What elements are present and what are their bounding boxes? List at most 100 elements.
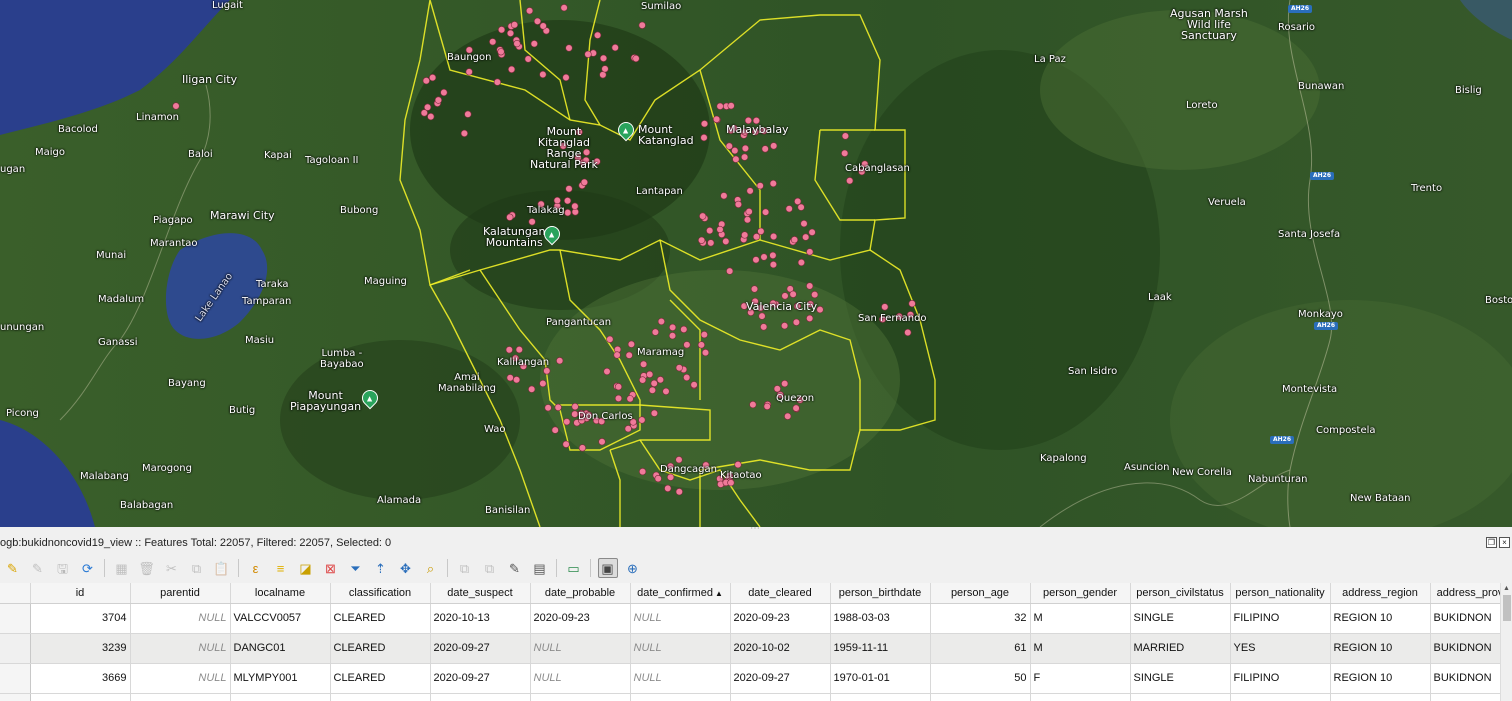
paste-icon[interactable]: 📋 [212, 558, 232, 578]
column-header-localname[interactable]: localname [230, 583, 331, 604]
copy-icon[interactable]: ⧉ [187, 558, 207, 578]
add-feature-icon[interactable]: ▦ [112, 558, 132, 578]
save-edits-icon[interactable]: 🖫 [53, 558, 73, 578]
column-header-date_confirmed[interactable]: date_confirmed ▲ [630, 583, 731, 604]
column-header-classification[interactable]: classification [330, 583, 431, 604]
cell-id[interactable]: 3239 [30, 633, 131, 664]
cell-address_region[interactable]: REGION 10 [1330, 663, 1431, 694]
column-header-address_prov[interactable]: address_prov [1430, 583, 1511, 604]
column-header-person_gender[interactable]: person_gender [1030, 583, 1131, 604]
cell-person_birthdate[interactable]: 1988-03-03 [830, 603, 931, 634]
table-row[interactable]: 3239 NULL DANGC01 CLEARED 2020-09-27 NULL NULL… [0, 633, 1511, 664]
row-header[interactable] [0, 633, 31, 664]
cut-icon[interactable]: ✂ [162, 558, 182, 578]
table-corner[interactable] [0, 583, 31, 604]
cell-parentid[interactable]: NULL [130, 663, 231, 694]
table-row[interactable]: 3704 NULL VALCCV0057 CLEARED 2020-10-13 2020-… [0, 603, 1511, 634]
column-header-id[interactable]: id [30, 583, 131, 604]
table-row[interactable]: 3669 NULL MLYMPY001 CLEARED 2020-09-27 NULL NU… [0, 663, 1511, 694]
cell-localname[interactable]: DANGC01 [230, 633, 331, 664]
column-header-person_nationality[interactable]: person_nationality [1230, 583, 1331, 604]
zoom-to-selection-icon[interactable]: ⌕ [421, 558, 441, 578]
cell-date_cleared[interactable]: 2020-09-23 [730, 603, 831, 634]
filter-icon[interactable]: ⏷ [346, 558, 366, 578]
scroll-up-icon[interactable]: ▲ [1503, 585, 1510, 593]
scrollbar-thumb[interactable] [1503, 595, 1511, 621]
cell-person_age[interactable]: 50 [930, 663, 1031, 694]
cell-date_cleared[interactable]: 2020-10-02 [730, 633, 831, 664]
cell-parentid[interactable]: NULL [130, 633, 231, 664]
cell-address_prov[interactable]: BUKIDNON [1430, 663, 1511, 694]
column-header-person_birthdate[interactable]: person_birthdate [830, 583, 931, 604]
map-canvas[interactable]: Lugait Iligan City Linamon Bacolod Maigo Balo… [0, 0, 1512, 527]
cell-date_suspect[interactable]: 2020-09-27 [430, 663, 531, 694]
field-calculator-icon[interactable]: ✎ [505, 558, 525, 578]
cell-address_prov[interactable]: BUKIDNON [1430, 603, 1511, 634]
select-expression-icon[interactable]: ε [246, 558, 266, 578]
float-panel-icon[interactable]: ❐ [1486, 537, 1497, 548]
cell-person_age[interactable]: 61 [930, 633, 1031, 664]
cell-localname[interactable]: MLYMPY001 [230, 663, 331, 694]
move-selection-top-icon[interactable]: ⇡ [371, 558, 391, 578]
pan-to-selection-icon[interactable]: ✥ [396, 558, 416, 578]
cell-date_confirmed[interactable]: NULL [630, 633, 731, 664]
column-header-person_age[interactable]: person_age [930, 583, 1031, 604]
paste-rows-icon[interactable]: ⧉ [480, 558, 500, 578]
dock-icon[interactable]: ▭ [564, 558, 584, 578]
cell-date_confirmed[interactable]: NULL [630, 603, 731, 634]
cell-address_region[interactable]: REGION 10 [1330, 603, 1431, 634]
cell-date_cleared[interactable]: 2020-09-27 [730, 663, 831, 694]
column-header-date_suspect[interactable]: date_suspect [430, 583, 531, 604]
invert-selection-icon[interactable]: ◪ [296, 558, 316, 578]
column-header-person_civilstatus[interactable]: person_civilstatus [1130, 583, 1231, 604]
row-header[interactable] [0, 603, 31, 634]
cell-person_civilstatus[interactable]: SINGLE [1130, 603, 1231, 634]
reload-icon[interactable]: ⟳ [78, 558, 98, 578]
cell-person_gender[interactable]: F [1030, 663, 1131, 694]
toggle-editing-icon[interactable]: ✎ [3, 558, 23, 578]
cell-classification[interactable]: CLEARED [330, 633, 431, 664]
cell-date_probable[interactable]: 2020-09-23 [530, 603, 631, 634]
cell-person_nationality[interactable]: FILIPINO [1230, 603, 1331, 634]
cell-person_civilstatus[interactable]: MARRIED [1130, 633, 1231, 664]
conditional-format-icon[interactable]: ▤ [530, 558, 550, 578]
cell-date_suspect[interactable]: 2020-10-13 [430, 603, 531, 634]
column-header-date_cleared[interactable]: date_cleared [730, 583, 831, 604]
cell-parentid[interactable]: NULL [130, 603, 231, 634]
deselect-all-icon[interactable]: ⊠ [321, 558, 341, 578]
cell-classification[interactable]: CLEARED [330, 603, 431, 634]
cell-date_confirmed[interactable]: NULL [630, 663, 731, 694]
column-header-address_region[interactable]: address_region [1330, 583, 1431, 604]
actions-icon[interactable]: ▣ [597, 558, 618, 578]
column-header-parentid[interactable]: parentid [130, 583, 231, 604]
cell-classification[interactable]: CLEARED [330, 663, 431, 694]
copy-rows-icon[interactable]: ⧉ [455, 558, 475, 578]
cell-person_birthdate[interactable]: 1970-01-01 [830, 663, 931, 694]
table-vertical-scrollbar[interactable]: ▲ [1500, 583, 1512, 701]
cell-person_civilstatus[interactable]: SINGLE [1130, 663, 1231, 694]
cell-date_probable[interactable]: NULL [530, 663, 631, 694]
cell-person_age[interactable]: 32 [930, 603, 1031, 634]
cell-person_nationality[interactable]: FILIPINO [1230, 663, 1331, 694]
delete-feature-icon[interactable]: 🗑 [137, 558, 157, 578]
select-all-icon[interactable]: ≡ [271, 558, 291, 578]
cell-date_probable[interactable]: NULL [530, 633, 631, 664]
cell-person_nationality[interactable]: YES [1230, 633, 1331, 664]
case-point-200 [784, 412, 792, 420]
cell-id[interactable]: 3669 [30, 663, 131, 694]
place-label-amai: Amai Manabilang [438, 372, 496, 394]
close-panel-icon[interactable]: × [1499, 537, 1510, 548]
cell-address_region[interactable]: REGION 10 [1330, 633, 1431, 664]
multi-edit-icon[interactable]: ✎ [28, 558, 48, 578]
column-header-date_probable[interactable]: date_probable [530, 583, 631, 604]
cell-localname[interactable]: VALCCV0057 [230, 603, 331, 634]
cell-id[interactable]: 3704 [30, 603, 131, 634]
cell-person_gender[interactable]: M [1030, 633, 1131, 664]
cell-address_prov[interactable]: BUKIDNON [1430, 633, 1511, 664]
row-header[interactable] [0, 663, 31, 694]
cell-person_gender[interactable]: M [1030, 603, 1131, 634]
case-point-147 [614, 383, 623, 391]
cell-person_birthdate[interactable]: 1959-11-11 [830, 633, 931, 664]
cell-date_suspect[interactable]: 2020-09-27 [430, 633, 531, 664]
zoom-map-icon[interactable]: ⊕ [623, 558, 643, 578]
